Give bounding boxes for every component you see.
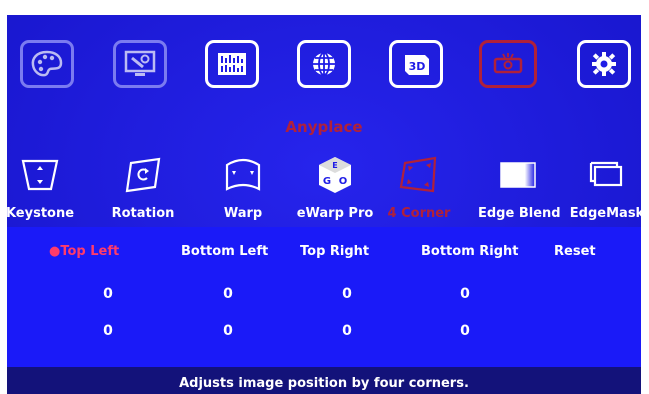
function-label: Rotation — [111, 206, 175, 221]
value-bottom-left-2[interactable]: 0 — [213, 323, 243, 339]
warp-icon — [225, 158, 261, 191]
function-label: Edge Blend — [478, 206, 561, 221]
header-top-left[interactable]: ●Top Left — [49, 244, 119, 259]
ewarp-icon: E G O — [319, 157, 351, 193]
function-keystone[interactable]: Keystone — [7, 155, 80, 221]
category-display[interactable] — [113, 40, 167, 88]
edge-mask-icon — [589, 161, 623, 187]
function-4-corner[interactable]: 4 Corner — [379, 155, 459, 221]
value-top-left-2[interactable]: 0 — [93, 323, 123, 339]
category-adjust[interactable] — [205, 40, 259, 88]
function-ewarp-pro[interactable]: E G O eWarp Pro — [295, 155, 375, 221]
category-network[interactable] — [297, 40, 351, 88]
function-rotation[interactable]: Rotation — [103, 155, 183, 221]
category-picture[interactable] — [20, 40, 74, 88]
3d-cube-icon: 3D — [405, 55, 429, 75]
svg-text:G: G — [323, 176, 331, 187]
value-bottom-right-1[interactable]: 0 — [450, 286, 480, 302]
help-text: Adjusts image position by four corners. — [179, 376, 469, 391]
corner-settings-panel: ●Top Left Bottom Left Top Right Bottom R… — [7, 227, 641, 367]
function-label: Warp — [223, 206, 263, 221]
globe-icon — [313, 52, 335, 76]
category-row: 3D — [7, 40, 641, 100]
help-bar: Adjusts image position by four corners. — [7, 367, 641, 394]
selected-category-label: Anyplace — [285, 118, 363, 136]
header-bottom-left[interactable]: Bottom Left — [181, 244, 268, 259]
function-label: Keystone — [7, 206, 75, 221]
rotation-icon — [125, 157, 161, 193]
reset-button[interactable]: Reset — [554, 244, 596, 259]
header-bottom-right[interactable]: Bottom Right — [421, 244, 519, 259]
category-anyplace[interactable] — [479, 40, 537, 88]
category-setup[interactable] — [577, 40, 631, 88]
function-label: eWarp Pro — [296, 206, 374, 221]
function-edge-blend[interactable]: Edge Blend — [478, 155, 561, 221]
projector-icon — [493, 53, 523, 74]
palette-icon — [31, 50, 63, 77]
value-bottom-right-2[interactable]: 0 — [450, 323, 480, 339]
value-top-right-2[interactable]: 0 — [332, 323, 362, 339]
adjust-bars-icon — [218, 53, 246, 75]
osd-menu-screen: 3D Anyplace Keystone Rotation Warp E G O… — [7, 15, 641, 394]
four-corner-icon — [399, 156, 437, 193]
function-label: EdgeMask — [569, 206, 641, 221]
svg-text:E: E — [332, 161, 337, 170]
function-warp[interactable]: Warp — [203, 155, 283, 221]
function-label: 4 Corner — [387, 206, 451, 221]
value-top-left-1[interactable]: 0 — [93, 286, 123, 302]
gear-icon — [592, 52, 616, 76]
category-3d[interactable]: 3D — [389, 40, 443, 88]
value-top-right-1[interactable]: 0 — [332, 286, 362, 302]
monitor-settings-icon — [124, 50, 156, 76]
svg-text:O: O — [339, 176, 348, 187]
svg-text:3D: 3D — [409, 60, 426, 73]
edge-blend-icon — [500, 162, 536, 188]
function-edge-mask[interactable]: EdgeMask — [567, 155, 641, 221]
value-bottom-left-1[interactable]: 0 — [213, 286, 243, 302]
header-top-right[interactable]: Top Right — [300, 244, 369, 259]
keystone-icon — [21, 159, 59, 191]
